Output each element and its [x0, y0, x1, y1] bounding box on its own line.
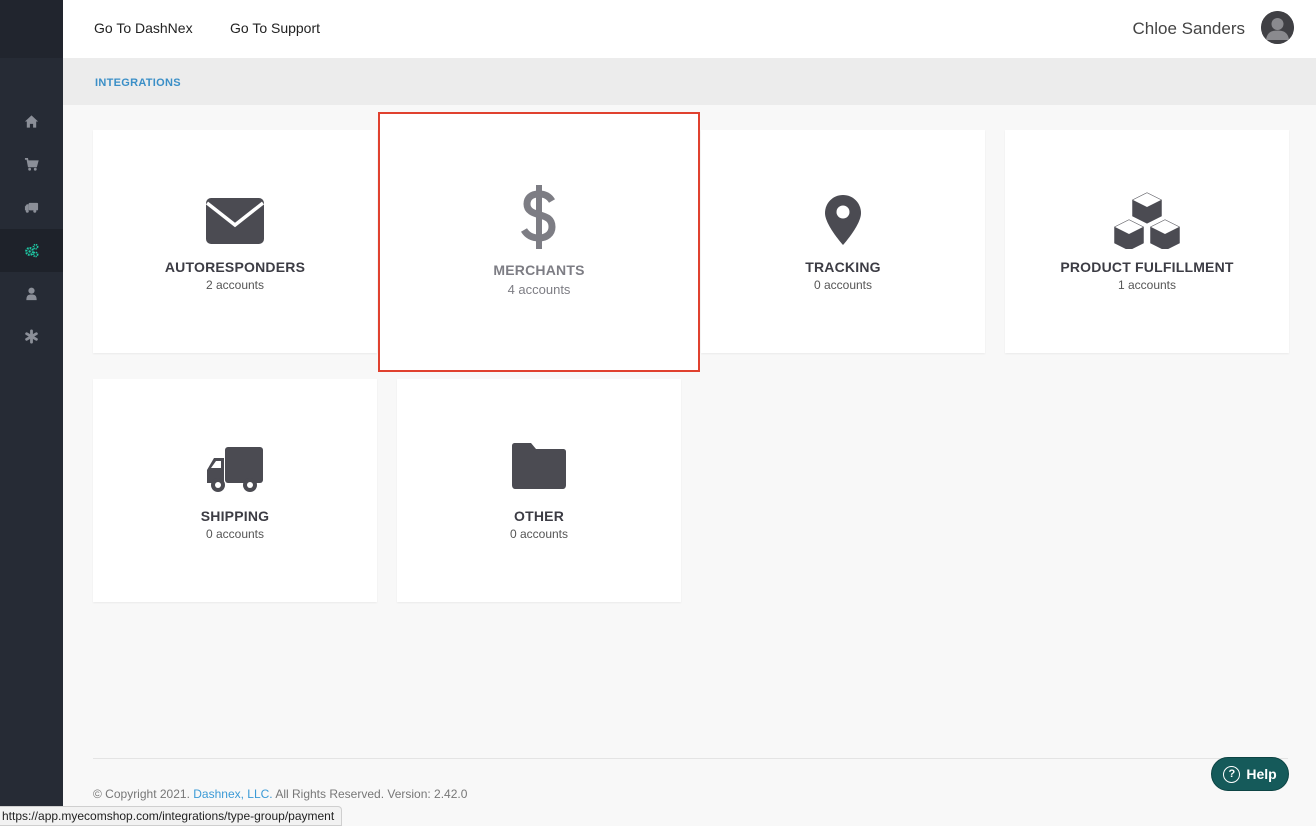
sidebar-item-cart[interactable]	[0, 143, 63, 186]
top-bar: Go To DashNex Go To Support Chloe Sander…	[63, 0, 1316, 58]
cubes-icon	[1111, 189, 1183, 249]
card-title: TRACKING	[805, 259, 881, 275]
home-icon	[24, 115, 39, 128]
avatar[interactable]	[1261, 11, 1294, 44]
footer: © Copyright 2021. Dashnex, LLC. All Righ…	[93, 787, 467, 801]
company-link[interactable]: Dashnex, LLC.	[193, 787, 272, 801]
card-account-count: 0 accounts	[205, 527, 265, 541]
card-title: PRODUCT FULFILLMENT	[1060, 259, 1234, 275]
user-avatar-icon	[1261, 11, 1294, 44]
breadcrumb-integrations[interactable]: INTEGRATIONS	[95, 77, 181, 89]
status-bar-url: https://app.myecomshop.com/integrations/…	[0, 806, 343, 826]
card-title: AUTORESPONDERS	[164, 259, 306, 275]
sidebar-item-account[interactable]	[0, 272, 63, 315]
go-to-support-link[interactable]: Go To Support	[230, 20, 320, 36]
copyright-text: © Copyright 2021.	[93, 787, 190, 801]
rights-version-text: All Rights Reserved. Version: 2.42.0	[275, 787, 468, 801]
sidebar-item-shipping[interactable]	[0, 186, 63, 229]
go-to-dashnex-link[interactable]: Go To DashNex	[94, 20, 193, 36]
card-title: MERCHANTS	[493, 262, 585, 278]
cart-icon	[24, 158, 39, 171]
gears-icon	[25, 243, 39, 258]
user-name[interactable]: Chloe Sanders	[1133, 19, 1245, 39]
dollar-icon	[520, 185, 556, 249]
sidebar	[0, 0, 63, 826]
card-autoresponders[interactable]: AUTORESPONDERS 2 accounts	[93, 130, 377, 353]
card-title: OTHER	[514, 508, 564, 524]
truck-icon	[24, 202, 39, 213]
card-title: SHIPPING	[200, 508, 270, 524]
sidebar-logo-area	[0, 0, 63, 58]
card-account-count: 0 accounts	[509, 527, 569, 541]
footer-divider	[93, 758, 1288, 759]
card-merchants[interactable]: MERCHANTS 4 accounts	[378, 112, 700, 372]
card-account-count: 0 accounts	[813, 278, 873, 292]
sidebar-item-integrations[interactable]	[0, 229, 63, 272]
card-account-count: 2 accounts	[205, 278, 265, 292]
help-button[interactable]: ? Help	[1211, 757, 1289, 791]
sidebar-item-home[interactable]	[0, 100, 63, 143]
user-icon	[26, 287, 37, 301]
map-marker-icon	[825, 195, 861, 245]
help-label: Help	[1246, 766, 1277, 782]
breadcrumb: INTEGRATIONS	[63, 58, 1316, 105]
card-other[interactable]: OTHER 0 accounts	[397, 379, 681, 602]
truck-icon	[207, 447, 263, 492]
card-account-count: 4 accounts	[507, 282, 571, 297]
folder-icon	[512, 443, 566, 489]
card-tracking[interactable]: TRACKING 0 accounts	[701, 130, 985, 353]
card-product-fulfillment[interactable]: PRODUCT FULFILLMENT 1 accounts	[1005, 130, 1289, 353]
asterisk-icon	[25, 329, 38, 344]
card-account-count: 1 accounts	[1117, 278, 1177, 292]
card-shipping[interactable]: SHIPPING 0 accounts	[93, 379, 377, 602]
sidebar-item-settings[interactable]	[0, 315, 63, 358]
question-circle-icon: ?	[1223, 765, 1241, 783]
envelope-icon	[205, 198, 265, 244]
